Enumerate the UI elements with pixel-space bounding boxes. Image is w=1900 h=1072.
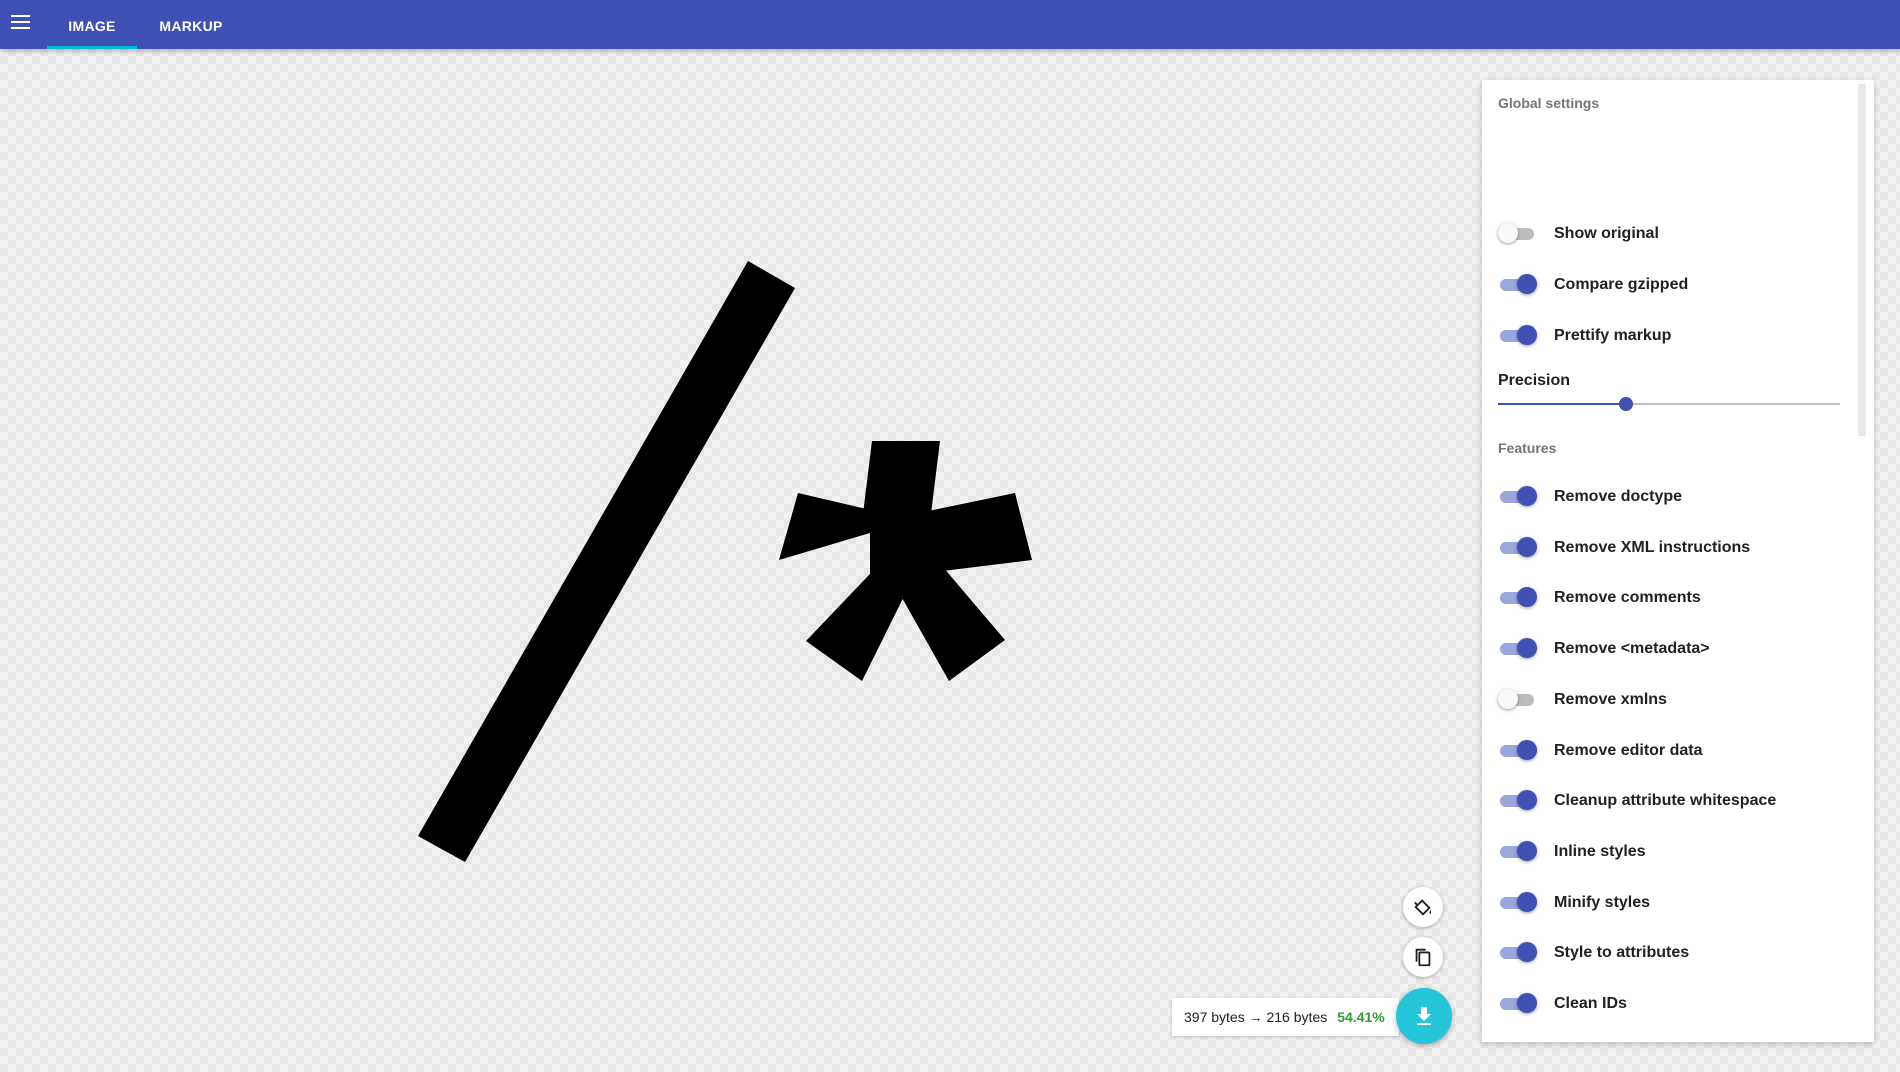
toggle-label: Remove xmlns xyxy=(1554,691,1667,708)
tab-markup[interactable]: MARKUP xyxy=(146,0,236,49)
toggle-label: Clean IDs xyxy=(1554,995,1627,1012)
toggle-label: Remove doctype xyxy=(1554,488,1683,505)
paint-bucket-icon xyxy=(1414,899,1432,916)
svg-preview-canvas xyxy=(418,261,1032,862)
toggle-row-feature[interactable]: Style to attributes xyxy=(1498,935,1858,971)
global-settings-title: Global settings xyxy=(1498,95,1600,111)
active-tab-indicator xyxy=(47,46,137,49)
toggle-label: Minify styles xyxy=(1554,894,1651,911)
settings-panel: Global settings Show original Compare gz… xyxy=(1482,80,1874,1042)
toggle-row-prettify-markup[interactable]: Prettify markup xyxy=(1498,318,1858,354)
toggle-label: Remove <metadata> xyxy=(1554,640,1710,657)
toggle-label: Inline styles xyxy=(1554,843,1646,860)
copy-button[interactable] xyxy=(1403,937,1443,977)
toggle-row-feature[interactable]: Remove XML instructions xyxy=(1498,530,1858,566)
slider-fill xyxy=(1498,403,1626,405)
toggle-switch[interactable] xyxy=(1498,689,1536,709)
toggle-switch[interactable] xyxy=(1500,537,1537,557)
toggle-switch[interactable] xyxy=(1500,942,1537,962)
size-text: 397 bytes → 216 bytes xyxy=(1184,1009,1328,1025)
toggle-label: Compare gzipped xyxy=(1554,276,1689,293)
toggle-row-feature[interactable]: Clean IDs xyxy=(1498,986,1858,1022)
toggle-label: Show original xyxy=(1554,225,1659,242)
toggle-label: Cleanup attribute whitespace xyxy=(1554,792,1777,809)
savings-percent: 54.41% xyxy=(1337,1009,1385,1025)
toggle-switch[interactable] xyxy=(1500,486,1537,506)
toggle-row-compare-gzipped[interactable]: Compare gzipped xyxy=(1498,267,1858,303)
toggle-switch[interactable] xyxy=(1500,325,1537,345)
toggle-switch[interactable] xyxy=(1498,223,1536,243)
toggle-switch[interactable] xyxy=(1500,740,1537,760)
toggle-label: Prettify markup xyxy=(1554,327,1672,344)
toggle-switch[interactable] xyxy=(1500,993,1537,1013)
precision-slider[interactable] xyxy=(1498,394,1840,414)
slash-asterisk-graphic xyxy=(418,261,1032,862)
toggle-row-show-original[interactable]: Show original xyxy=(1498,216,1858,252)
slider-thumb[interactable] xyxy=(1619,397,1633,411)
copy-icon xyxy=(1415,948,1431,967)
toggle-switch[interactable] xyxy=(1500,790,1537,810)
size-summary: 397 bytes → 216 bytes 54.41% xyxy=(1172,998,1399,1036)
toggle-row-feature[interactable]: Cleanup attribute whitespace xyxy=(1498,783,1858,819)
toggle-row-feature[interactable]: Remove editor data xyxy=(1498,733,1858,769)
paint-bucket-button[interactable] xyxy=(1403,887,1443,927)
toggle-row-feature[interactable]: Remove comments xyxy=(1498,580,1858,616)
features-title: Features xyxy=(1498,440,1557,456)
download-button[interactable] xyxy=(1396,988,1452,1044)
toggle-switch[interactable] xyxy=(1500,638,1537,658)
top-app-bar: IMAGE MARKUP xyxy=(0,0,1900,49)
toggle-row-feature[interactable]: Remove doctype xyxy=(1498,479,1858,515)
toggle-switch[interactable] xyxy=(1500,841,1537,861)
toggle-label: Style to attributes xyxy=(1554,944,1690,961)
toggle-row-feature[interactable]: Remove <metadata> xyxy=(1498,631,1858,667)
toggle-label: Remove XML instructions xyxy=(1554,539,1751,556)
toggle-row-feature[interactable]: Minify styles xyxy=(1498,885,1858,921)
menu-icon[interactable] xyxy=(11,13,33,33)
slash-shape xyxy=(418,261,795,862)
tab-image[interactable]: IMAGE xyxy=(47,0,137,49)
asterisk-shape xyxy=(779,441,1032,681)
panel-scrollbar[interactable] xyxy=(1858,84,1866,436)
toggle-row-feature[interactable]: Remove xmlns xyxy=(1498,682,1858,718)
toggle-row-feature[interactable]: Remove raster images xyxy=(1498,1037,1858,1042)
toggle-switch[interactable] xyxy=(1500,587,1537,607)
toggle-label: Remove comments xyxy=(1554,589,1701,606)
toggle-row-feature[interactable]: Inline styles xyxy=(1498,834,1858,870)
toggle-switch[interactable] xyxy=(1500,274,1537,294)
download-icon xyxy=(1417,1007,1431,1025)
toggle-label: Remove editor data xyxy=(1554,742,1703,759)
toggle-switch[interactable] xyxy=(1500,892,1537,912)
precision-label: Precision xyxy=(1498,372,1571,389)
